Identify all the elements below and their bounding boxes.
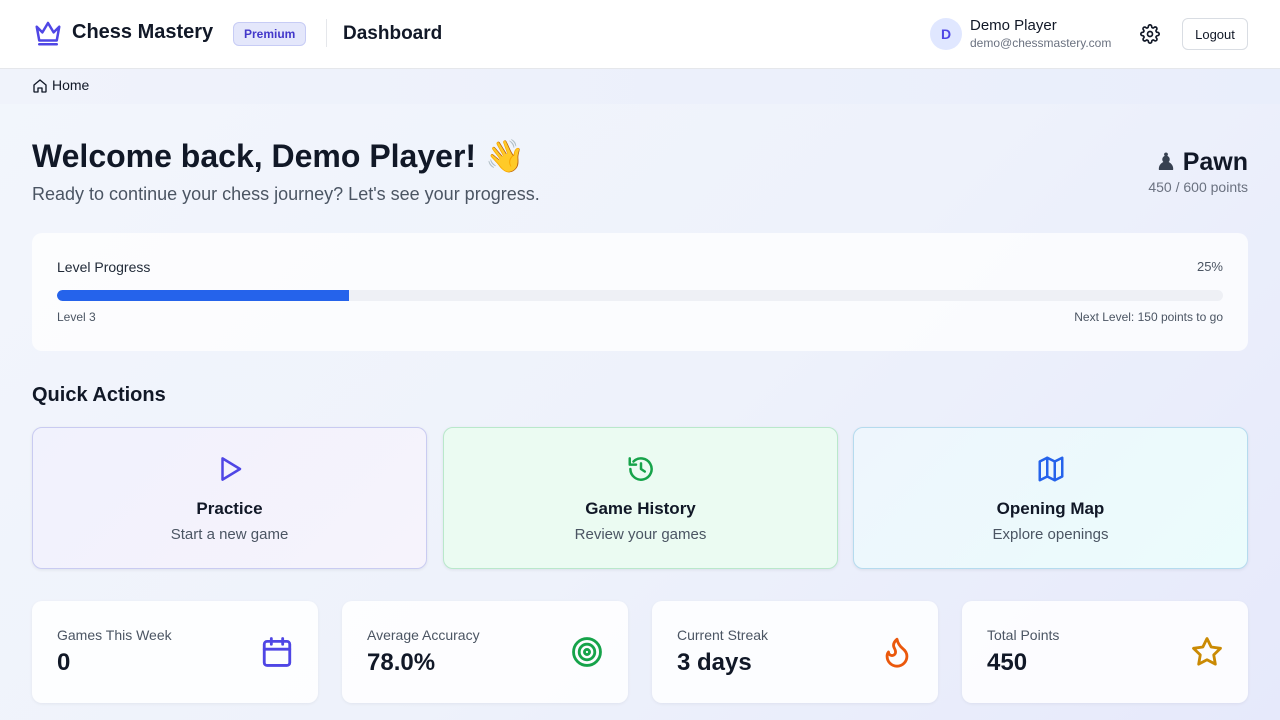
opening-map-card[interactable]: Opening Map Explore openings: [853, 427, 1248, 569]
history-icon: [628, 457, 653, 481]
target-icon: [572, 637, 602, 667]
stat-label: Total Points: [987, 627, 1060, 643]
stat-card-accuracy: Average Accuracy 78.0%: [342, 601, 628, 703]
stat-card-total-points: Total Points 450: [962, 601, 1248, 703]
welcome-title: Welcome back, Demo Player! 👋: [32, 138, 525, 174]
top-header: Chess Mastery Premium Dashboard D Demo P…: [0, 0, 1280, 69]
user-name: Demo Player: [970, 17, 1057, 34]
progress-fill: [57, 290, 349, 301]
practice-card[interactable]: Practice Start a new game: [32, 427, 427, 569]
welcome-subtitle: Ready to continue your chess journey? Le…: [32, 184, 540, 204]
star-icon: [1192, 637, 1222, 666]
game-history-subtitle: Review your games: [574, 526, 707, 543]
stat-card-games-week: Games This Week 0: [32, 601, 318, 703]
progress-bar: [57, 290, 1223, 301]
avatar[interactable]: D: [930, 18, 962, 50]
progress-percent: 25%: [1196, 259, 1223, 274]
rank-name: Pawn: [1182, 148, 1248, 176]
map-icon: [1038, 456, 1063, 482]
logout-button[interactable]: Logout: [1182, 18, 1248, 50]
premium-badge: Premium: [233, 22, 307, 46]
rank-name-row: ♟ Pawn: [1148, 148, 1248, 177]
next-level-info: Next Level: 150 points to go: [1074, 310, 1223, 324]
game-history-title: Game History: [585, 499, 696, 518]
stat-card-streak: Current Streak 3 days: [652, 601, 938, 703]
level-progress-card: Level Progress 25% Level 3 Next Level: 1…: [32, 233, 1248, 351]
stat-value: 0: [57, 649, 71, 676]
rank-points: 450 / 600 points: [1148, 179, 1248, 195]
stat-label: Games This Week: [57, 627, 172, 643]
breadcrumb-home[interactable]: Home: [52, 77, 89, 93]
practice-subtitle: Start a new game: [170, 526, 289, 543]
opening-map-title: Opening Map: [996, 499, 1105, 518]
practice-title: Practice: [196, 499, 263, 518]
flame-icon: [885, 637, 909, 668]
current-level: Level 3: [57, 310, 96, 324]
rank-block: ♟ Pawn 450 / 600 points: [1148, 148, 1248, 195]
home-icon[interactable]: [32, 78, 48, 94]
app-title: Chess Mastery: [72, 21, 214, 43]
pawn-icon: ♟: [1155, 149, 1177, 176]
stat-label: Average Accuracy: [367, 627, 480, 643]
gear-icon[interactable]: [1140, 24, 1160, 44]
breadcrumb: [0, 69, 1280, 104]
user-email: demo@chessmastery.com: [970, 36, 1112, 50]
page-title: Dashboard: [343, 23, 443, 44]
stat-value: 3 days: [677, 649, 752, 676]
stat-value: 450: [987, 649, 1028, 676]
stat-label: Current Streak: [677, 627, 769, 643]
crown-icon: [35, 21, 61, 46]
stat-value: 78.0%: [367, 649, 436, 676]
calendar-icon: [262, 637, 292, 667]
opening-map-subtitle: Explore openings: [992, 526, 1109, 543]
game-history-card[interactable]: Game History Review your games: [443, 427, 838, 569]
quick-actions-title: Quick Actions: [32, 384, 166, 406]
play-icon: [220, 457, 241, 481]
progress-label: Level Progress: [57, 259, 151, 275]
header-divider: [326, 19, 327, 47]
